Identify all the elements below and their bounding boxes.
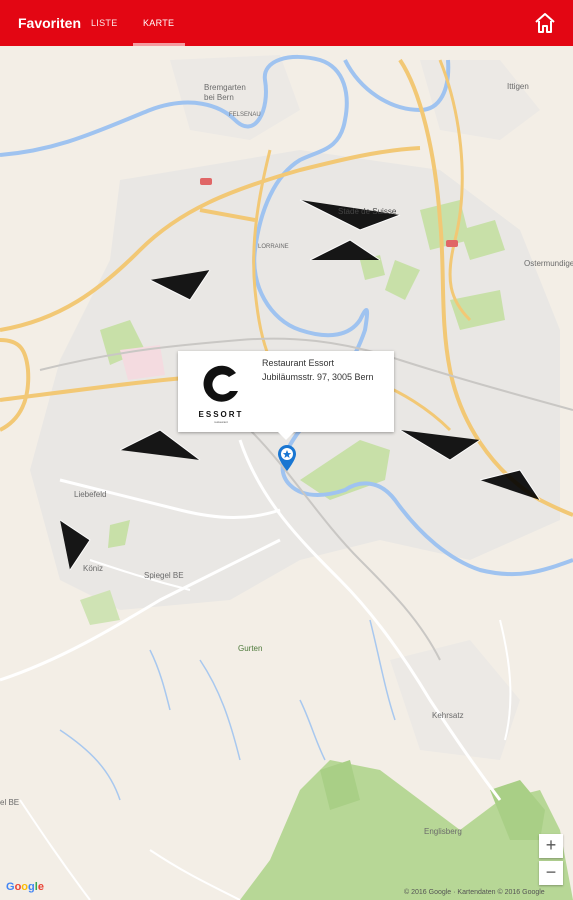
- home-icon[interactable]: [533, 11, 557, 35]
- place-label: Ittigen: [507, 82, 529, 91]
- tab-liste[interactable]: LISTE: [91, 18, 118, 28]
- place-label: Stade de Suisse: [338, 207, 397, 216]
- map-canvas: [0, 46, 573, 900]
- place-label: Spiegel BE: [144, 571, 184, 580]
- place-label: FELSENAU: [229, 112, 261, 118]
- google-logo: Google: [6, 881, 44, 893]
- place-label: Liebefeld: [74, 490, 107, 499]
- place-label: LORRAINE: [258, 244, 289, 250]
- active-tab-indicator: [133, 43, 185, 46]
- place-label: Bremgarten: [204, 83, 246, 92]
- place-label: Gurten: [238, 644, 263, 653]
- page-title: Favoriten: [18, 15, 82, 31]
- zoom-in-button[interactable]: +: [539, 834, 563, 858]
- restaurant-logo: ESSORT restaurant: [196, 359, 246, 425]
- place-label: el BE: [0, 798, 20, 807]
- svg-text:restaurant: restaurant: [214, 420, 228, 424]
- svg-text:ESSORT: ESSORT: [199, 410, 244, 419]
- place-label: Kehrsatz: [432, 711, 464, 720]
- place-label: Köniz: [83, 564, 104, 573]
- place-label: Englisberg: [424, 827, 462, 836]
- tab-karte[interactable]: KARTE: [143, 18, 174, 28]
- place-label: bei Bern: [204, 93, 234, 102]
- map-copyright: © 2016 Google · Kartendaten © 2016 Googl…: [404, 889, 545, 896]
- restaurant-address: Jubiläumsstr. 97, 3005 Bern: [262, 372, 374, 382]
- zoom-out-button[interactable]: −: [539, 861, 563, 885]
- place-label: Ostermundigen: [524, 259, 573, 268]
- map-view[interactable]: Bremgarten bei Bern FELSENAU Ittigen Sta…: [0, 46, 573, 900]
- place-info-window[interactable]: ESSORT restaurant Restaurant Essort Jubi…: [178, 351, 394, 440]
- map-marker-icon[interactable]: [276, 444, 298, 472]
- restaurant-name: Restaurant Essort: [262, 358, 335, 368]
- app-bar: Favoriten LISTE KARTE: [0, 0, 573, 46]
